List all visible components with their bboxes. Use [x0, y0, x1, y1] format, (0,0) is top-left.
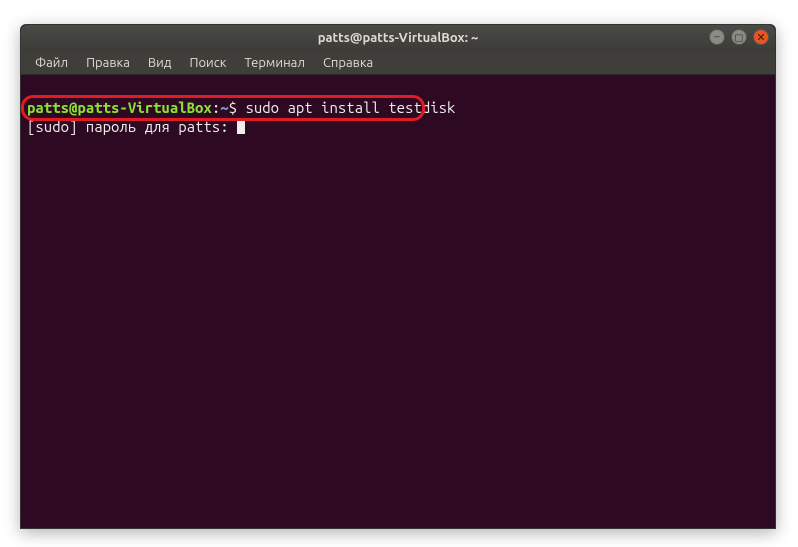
terminal-line-2: [sudo] пароль для patts: [27, 118, 245, 135]
menu-bar: Файл Правка Вид Поиск Терминал Справка [21, 51, 775, 75]
prompt-path: ~ [220, 99, 228, 116]
menu-terminal[interactable]: Терминал [236, 54, 312, 72]
close-button[interactable]: ✕ [753, 29, 769, 45]
command-text: sudo apt install testdisk [245, 99, 455, 116]
close-icon: ✕ [756, 31, 765, 44]
window-title: patts@patts-VirtualBox: ~ [21, 31, 775, 45]
menu-edit[interactable]: Правка [78, 54, 138, 72]
terminal-line-1: patts@patts-VirtualBox:~$ sudo apt insta… [27, 99, 455, 116]
maximize-icon: ◻ [734, 31, 743, 44]
minimize-button[interactable]: – [709, 29, 725, 45]
maximize-button[interactable]: ◻ [731, 29, 747, 45]
prompt-host: patts-VirtualBox [77, 99, 211, 116]
password-prompt: [sudo] пароль для patts: [27, 118, 237, 135]
window-controls: – ◻ ✕ [709, 29, 769, 45]
text-cursor [237, 119, 245, 134]
menu-search[interactable]: Поиск [181, 54, 234, 72]
menu-file[interactable]: Файл [27, 54, 76, 72]
terminal-body[interactable]: patts@patts-VirtualBox:~$ sudo apt insta… [21, 75, 775, 528]
minimize-icon: – [714, 31, 719, 43]
menu-help[interactable]: Справка [315, 54, 381, 72]
prompt-dollar: $ [229, 99, 237, 116]
prompt-colon: : [212, 99, 220, 116]
menu-view[interactable]: Вид [140, 54, 180, 72]
terminal-window: patts@patts-VirtualBox: ~ – ◻ ✕ Файл Пра… [20, 24, 776, 529]
prompt-user: patts [27, 99, 69, 116]
title-bar[interactable]: patts@patts-VirtualBox: ~ – ◻ ✕ [21, 25, 775, 51]
